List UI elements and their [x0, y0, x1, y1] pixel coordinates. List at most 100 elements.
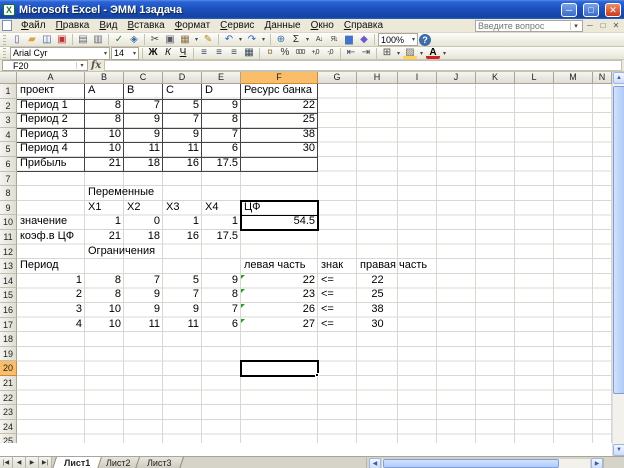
cell-C4[interactable]: 9 [124, 128, 163, 143]
row-header-16[interactable]: 16 [0, 303, 17, 318]
column-header-D[interactable]: D [163, 72, 202, 84]
row-header-6[interactable]: 6 [0, 157, 17, 172]
cell-B17[interactable]: 10 [85, 318, 124, 333]
row-header-3[interactable]: 3 [0, 113, 17, 128]
cell-G16[interactable]: <= [318, 303, 357, 318]
cell-E17[interactable]: 6 [202, 318, 241, 333]
new-document-icon[interactable]: ▯ [10, 34, 24, 46]
cell-C9[interactable]: X2 [124, 201, 163, 216]
row-header-4[interactable]: 4 [0, 127, 17, 143]
row-header-19[interactable]: 19 [0, 346, 17, 362]
borders-icon[interactable]: ⊞ [380, 47, 394, 59]
cell-D9[interactable]: X3 [163, 201, 202, 216]
cell-C1[interactable]: B [124, 84, 163, 99]
decrease-decimal-icon[interactable]: -,0 [323, 47, 337, 59]
cell-D16[interactable]: 9 [163, 303, 202, 318]
font-size-select-dropdown-icon[interactable]: ▾ [133, 50, 136, 57]
row-header-11[interactable]: 11 [0, 230, 17, 245]
formula-input[interactable] [104, 60, 622, 71]
cell-A2[interactable]: Период 1 [17, 99, 85, 114]
autosum-icon[interactable]: Σ [289, 34, 303, 46]
cell-E5[interactable]: 6 [202, 142, 241, 157]
minimize-button[interactable]: ─ [561, 2, 577, 17]
cell-B9[interactable]: X1 [85, 201, 124, 216]
cell-H15[interactable]: 25 [357, 288, 398, 303]
column-header-C[interactable]: C [124, 72, 163, 84]
menu-item-3[interactable]: Вставка [122, 19, 169, 32]
cell-C2[interactable]: 7 [124, 99, 163, 114]
row-header-5[interactable]: 5 [0, 142, 17, 157]
cell-B2[interactable]: 8 [85, 99, 124, 114]
increase-decimal-icon[interactable]: +,0 [308, 47, 322, 59]
open-icon[interactable]: ▰ [25, 34, 39, 46]
cell-B1[interactable]: A [85, 84, 124, 99]
percent-style-icon[interactable]: % [278, 47, 292, 59]
comma-style-icon[interactable]: 000 [293, 47, 307, 59]
menu-item-7[interactable]: Окно [306, 19, 339, 32]
cell-E6[interactable]: 17.5 [202, 157, 241, 172]
column-header-J[interactable]: J [437, 72, 476, 84]
row-header-10[interactable]: 10 [0, 215, 17, 230]
column-header-H[interactable]: H [357, 72, 398, 84]
question-input[interactable] [476, 20, 570, 31]
font-name-select-dropdown-icon[interactable]: ▾ [104, 50, 107, 57]
menu-item-6[interactable]: Данные [259, 19, 305, 32]
cell-E3[interactable]: 8 [202, 113, 241, 128]
cell-G13[interactable]: знак [318, 259, 357, 274]
menu-item-1[interactable]: Правка [51, 19, 95, 32]
cell-F17[interactable]: 27 [241, 318, 318, 333]
cell-B16[interactable]: 10 [85, 303, 124, 318]
row-header-21[interactable]: 21 [0, 376, 17, 391]
scroll-down-icon[interactable]: ▼ [613, 444, 624, 456]
row-header-15[interactable]: 15 [0, 288, 17, 303]
cell-F16[interactable]: 26 [241, 303, 318, 318]
cell-D14[interactable]: 5 [163, 274, 202, 289]
maximize-button[interactable]: □ [583, 2, 599, 17]
name-box[interactable]: F20 ▾ [2, 60, 88, 71]
cell-A15[interactable]: 2 [17, 288, 85, 303]
cell-D15[interactable]: 7 [163, 288, 202, 303]
autosum-icon-dropdown-icon[interactable]: ▾ [304, 36, 311, 43]
cell-H13[interactable]: правая часть [357, 259, 427, 274]
row-header-12[interactable]: 12 [0, 244, 17, 260]
align-left-icon[interactable]: ≡ [197, 47, 211, 59]
decrease-indent-icon[interactable]: ⇤ [344, 47, 358, 59]
bold-icon[interactable]: Ж [146, 47, 160, 59]
zoom-select-dropdown-icon[interactable]: ▾ [412, 36, 415, 43]
menu-item-4[interactable]: Формат [170, 19, 216, 32]
print-icon[interactable]: ▤ [76, 34, 90, 46]
cell-E15[interactable]: 8 [202, 288, 241, 303]
fill-handle[interactable] [315, 373, 319, 377]
currency-style-icon[interactable]: ¤ [263, 47, 277, 59]
menu-item-5[interactable]: Сервис [215, 19, 259, 32]
scroll-up-icon[interactable]: ▲ [613, 72, 624, 84]
doc-minimize-button[interactable]: ─ [584, 20, 596, 32]
cell-F9[interactable]: ЦФ [241, 201, 318, 216]
cut-icon[interactable]: ✂ [148, 34, 162, 46]
merge-center-icon[interactable]: ▦ [242, 47, 256, 59]
row-header-2[interactable]: 2 [0, 98, 17, 114]
row-header-1[interactable]: 1 [0, 84, 17, 99]
font-color-icon[interactable]: А [426, 47, 440, 59]
cell-F5[interactable]: 30 [241, 142, 318, 157]
scrollbar-resize-handle[interactable] [603, 458, 606, 468]
cell-C14[interactable]: 7 [124, 274, 163, 289]
scroll-left-icon[interactable]: ◀ [368, 458, 381, 468]
close-button[interactable]: ✕ [605, 2, 621, 17]
cell-D17[interactable]: 11 [163, 318, 202, 333]
cell-H14[interactable]: 22 [357, 274, 398, 289]
doc-restore-button[interactable]: □ [597, 20, 609, 32]
row-header-22[interactable]: 22 [0, 390, 17, 406]
cell-H16[interactable]: 38 [357, 303, 398, 318]
row-header-18[interactable]: 18 [0, 332, 17, 347]
menu-item-0[interactable]: Файл [16, 19, 51, 32]
cell-C16[interactable]: 9 [124, 303, 163, 318]
fill-color-icon-dropdown-icon[interactable]: ▾ [418, 50, 425, 57]
undo-icon-dropdown-icon[interactable]: ▾ [237, 36, 244, 43]
zoom-select[interactable]: 100% ▾ [378, 33, 418, 46]
fill-color-icon[interactable]: ▨ [403, 47, 417, 59]
cell-B12[interactable]: Ограничения [85, 245, 155, 260]
column-header-F[interactable]: F [241, 72, 318, 84]
help-icon[interactable]: ? [419, 33, 431, 46]
cell-E16[interactable]: 7 [202, 303, 241, 318]
